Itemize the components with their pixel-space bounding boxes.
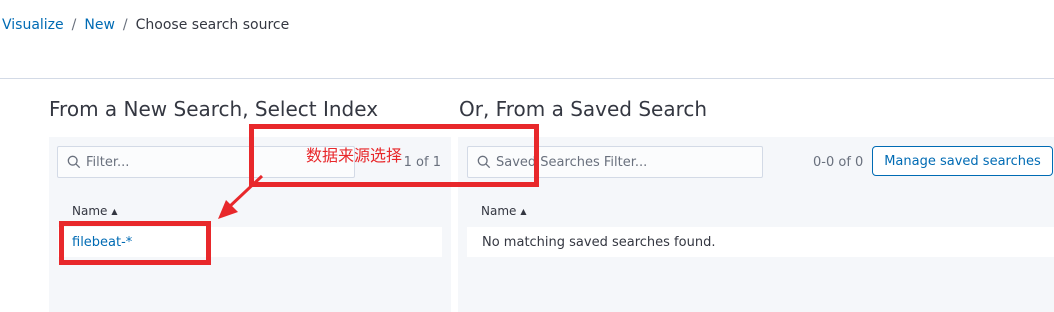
- breadcrumb-new[interactable]: New: [84, 17, 115, 33]
- index-name-column-header[interactable]: Name ▲: [72, 204, 118, 218]
- header-divider: [0, 78, 1054, 79]
- breadcrumb-separator: /: [122, 17, 128, 33]
- breadcrumb: Visualize / New / Choose search source: [2, 16, 289, 34]
- column-header-label: Name: [72, 204, 108, 218]
- column-header-label: Name: [481, 204, 517, 218]
- saved-search-pager: 0-0 of 0: [813, 155, 864, 170]
- breadcrumb-current: Choose search source: [135, 17, 290, 33]
- annotation-label: 数据来源选择: [306, 146, 403, 165]
- breadcrumb-visualize[interactable]: Visualize: [2, 17, 64, 33]
- empty-state-row: No matching saved searches found.: [467, 227, 1054, 257]
- manage-saved-searches-button[interactable]: Manage saved searches: [872, 146, 1053, 176]
- sort-ascending-icon: ▲: [520, 206, 527, 216]
- new-search-title: From a New Search, Select Index: [49, 97, 379, 121]
- search-icon: [67, 155, 81, 169]
- empty-state-message: No matching saved searches found.: [482, 234, 716, 250]
- annotation-box-index: [59, 221, 211, 265]
- saved-search-panel: 0-0 of 0 Manage saved searches Name ▲ No…: [458, 137, 1054, 312]
- sort-ascending-icon: ▲: [111, 206, 118, 216]
- saved-search-title: Or, From a Saved Search: [459, 97, 708, 121]
- breadcrumb-separator: /: [71, 17, 77, 33]
- saved-search-name-column-header[interactable]: Name ▲: [481, 204, 527, 218]
